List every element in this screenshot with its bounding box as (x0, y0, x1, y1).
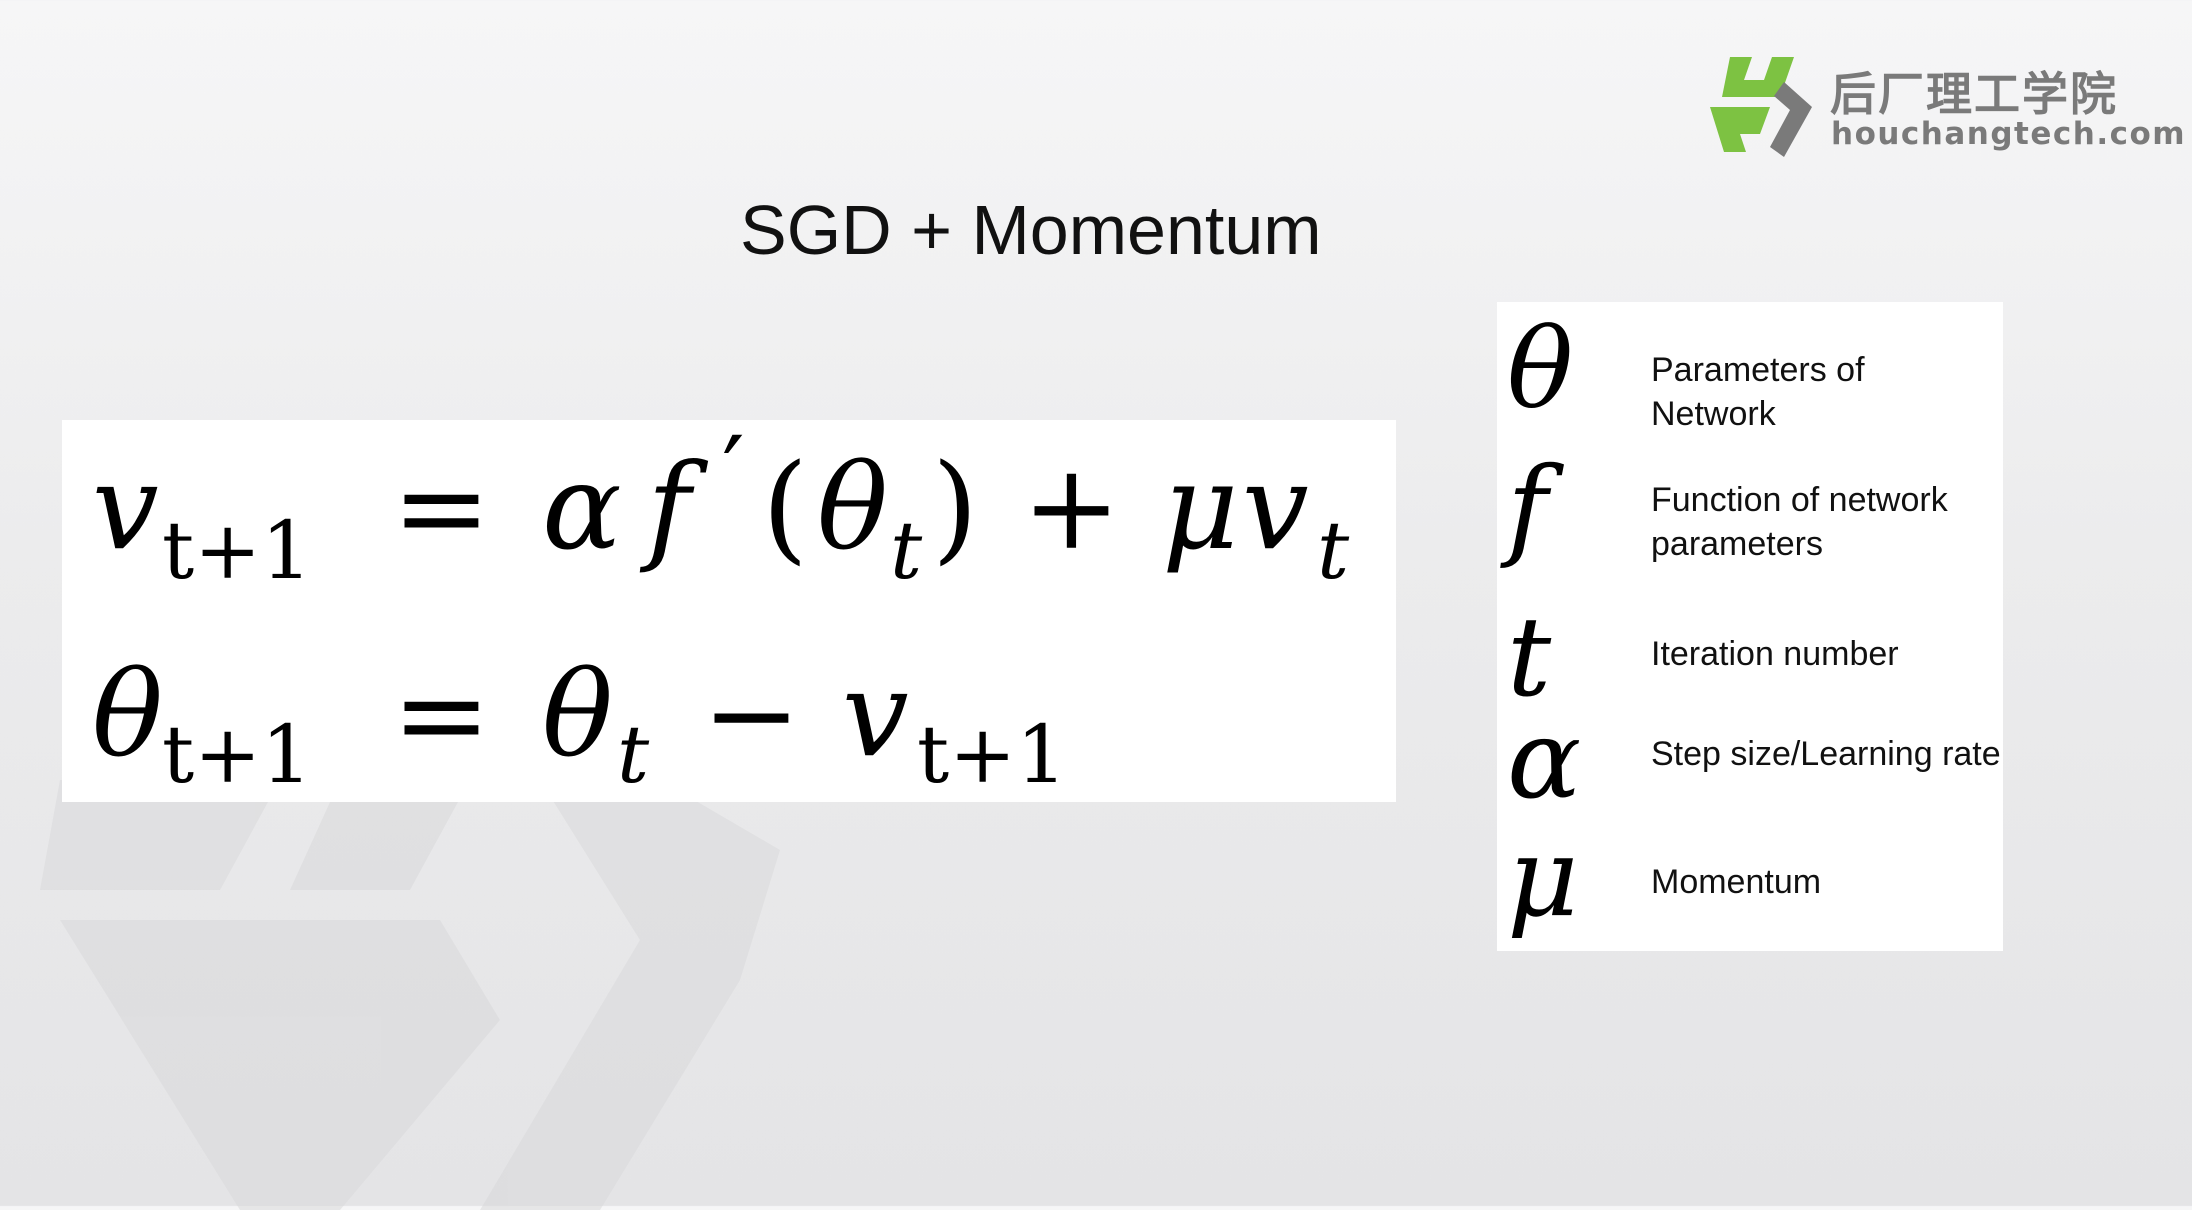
legend-line: Parameters of (1651, 351, 1865, 389)
eq2-v-sub: t+1 (917, 708, 1067, 801)
legend-description: Iteration number (1651, 632, 1899, 676)
eq1-theta: θ (817, 438, 888, 576)
brand-name: 后厂理工学院 (1830, 67, 2118, 121)
legend-description: Function of network parameters (1651, 478, 1948, 566)
eq1-rparen: ) (932, 438, 978, 576)
legend-symbol: α (1507, 695, 1582, 823)
equations-svg: v t+1 = α f ′ ( θ t ) + μ v t θ t+1 = θ … (92, 420, 1350, 801)
brand-logo: 后厂理工学院 houchangtech.com (1700, 52, 2185, 162)
legend-line: parameters (1651, 525, 1823, 563)
eq1-equals: = (392, 438, 491, 576)
brand-url: houchangtech.com (1831, 116, 2187, 152)
symbol-legend: θ Parameters of Network f Function of ne… (1497, 302, 2003, 951)
equation-line-2: θ t+1 = θ t − v t+1 (92, 645, 1067, 801)
legend-description: Parameters of Network (1651, 348, 1865, 436)
eq1-v: v (1242, 438, 1309, 576)
eq1-mu: μ (1162, 438, 1239, 576)
eq1-alpha: α (542, 438, 622, 576)
eq1-theta-sub: t (890, 504, 923, 597)
eq1-v-sub: t (1317, 504, 1350, 597)
legend-line: Function of network (1651, 481, 1948, 519)
legend-description: Step size/Learning rate (1651, 732, 2001, 776)
equation-line-1: v t+1 = α f ′ ( θ t ) + μ v t (92, 420, 1350, 597)
brand-logo-icon (1710, 57, 1812, 157)
legend-symbol: f (1507, 443, 1548, 571)
eq1-f: f (639, 438, 709, 576)
eq1-prime: ′ (722, 420, 745, 532)
eq1-lhs-var: v (92, 438, 159, 576)
legend-line: Network (1651, 395, 1776, 433)
legend-line: Iteration number (1651, 635, 1899, 673)
eq2-lhs-sub: t+1 (162, 708, 312, 801)
equation-panel: v t+1 = α f ′ ( θ t ) + μ v t θ t+1 = θ … (62, 420, 1396, 802)
eq2-minus: − (702, 645, 801, 783)
eq2-v: v (842, 645, 909, 783)
legend-symbol: μ (1507, 813, 1579, 941)
eq1-lparen: ( (762, 438, 808, 576)
eq2-theta: θ (542, 645, 613, 783)
eq2-theta-sub: t (617, 708, 650, 801)
legend-description: Momentum (1651, 860, 1821, 904)
eq1-plus: + (1022, 438, 1121, 576)
slide-title: SGD + Momentum (740, 191, 1322, 269)
legend-symbol: θ (1507, 305, 1574, 433)
legend-line: Momentum (1651, 863, 1822, 901)
eq2-lhs-var: θ (92, 645, 163, 783)
legend-line: Step size/Learning rate (1651, 735, 2001, 773)
eq1-lhs-sub: t+1 (162, 504, 312, 597)
eq2-equals: = (392, 645, 491, 783)
watermark-logo (40, 780, 780, 1210)
